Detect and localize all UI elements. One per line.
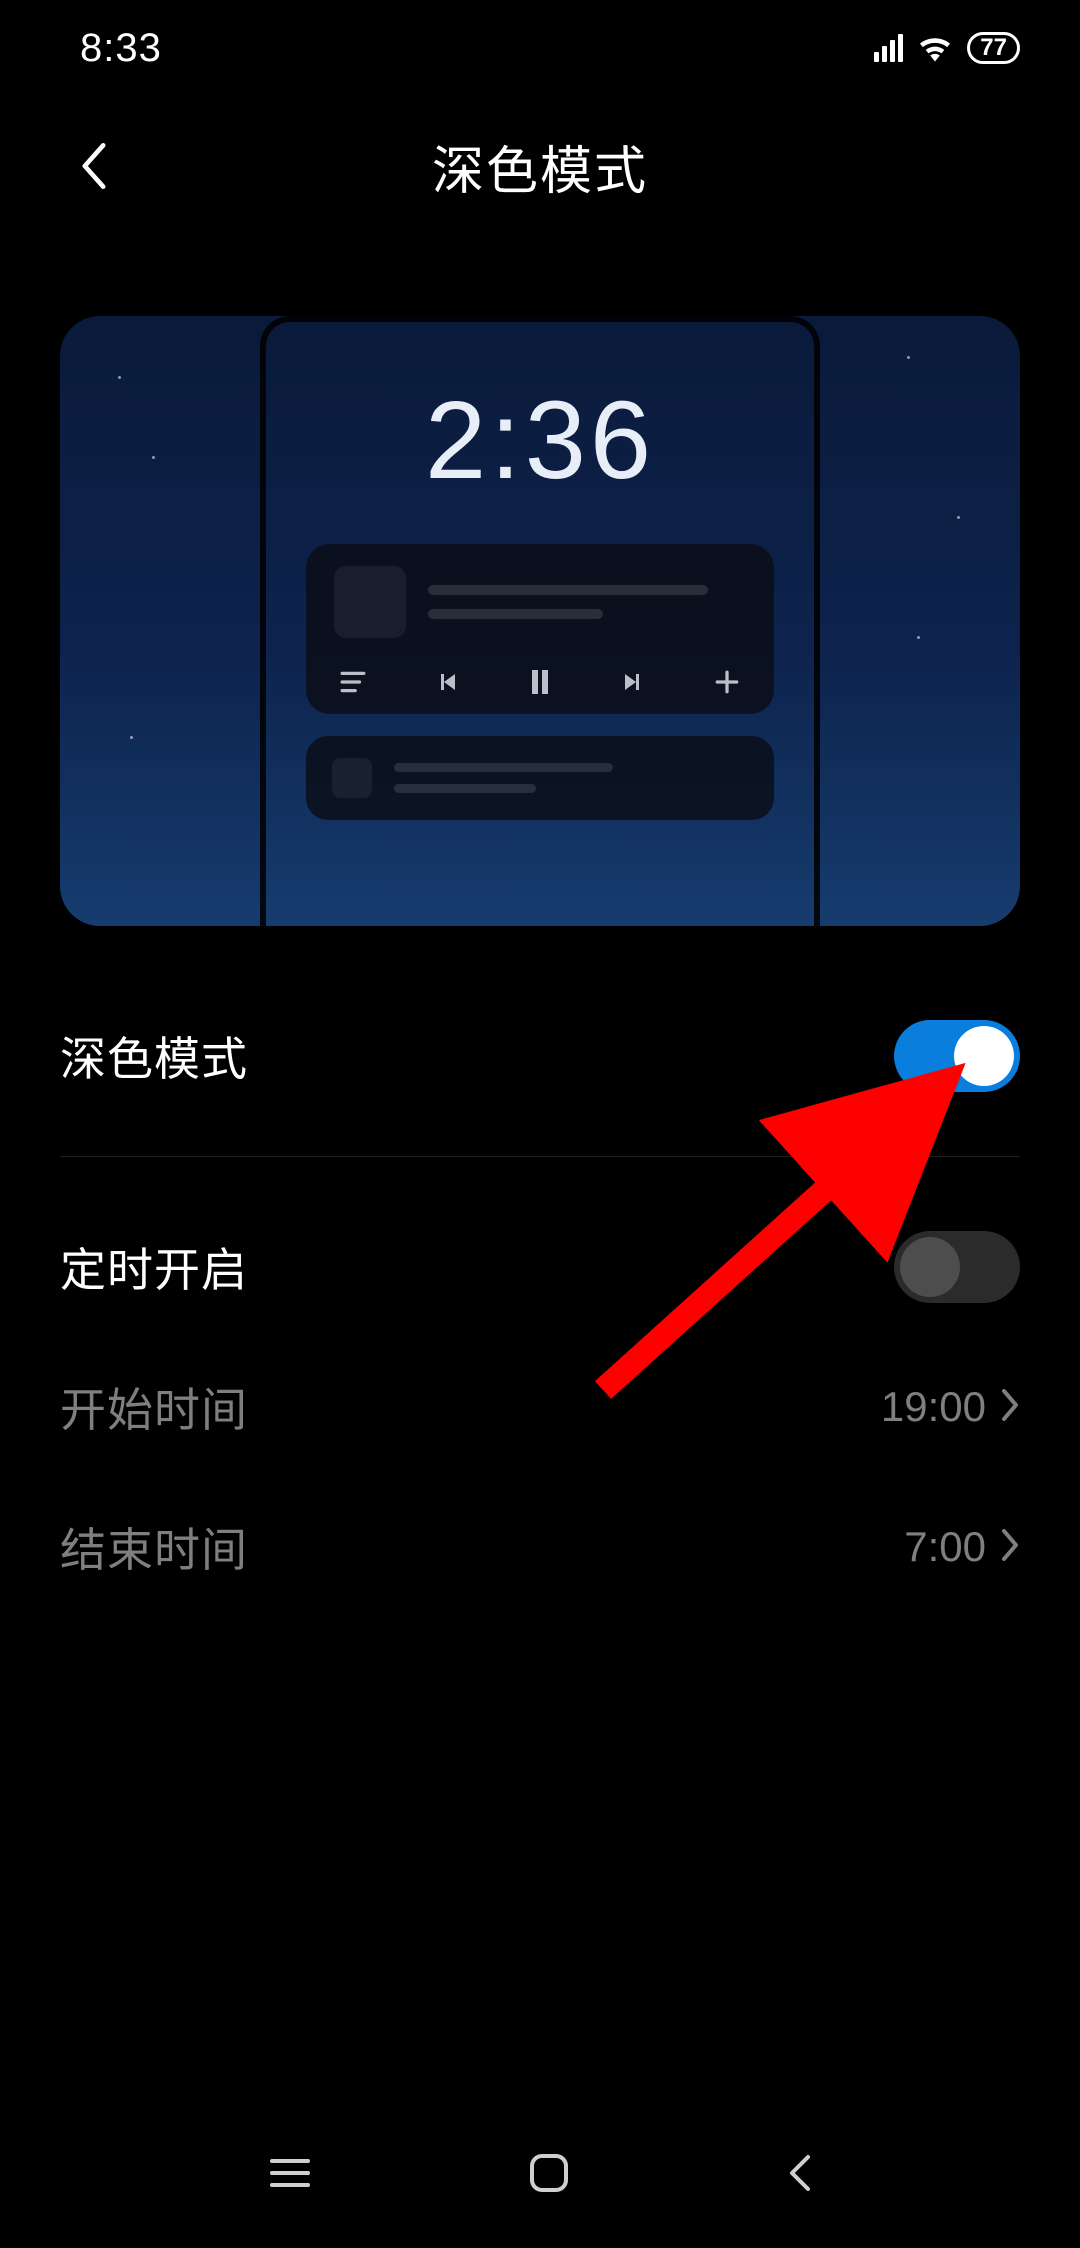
preview-clock: 2:36: [266, 377, 814, 504]
end-time-label: 结束时间: [60, 1514, 248, 1580]
schedule-toggle[interactable]: [894, 1231, 1020, 1303]
nav-back-button[interactable]: [784, 2151, 814, 2200]
end-time-value: 7:00: [904, 1523, 986, 1571]
status-tray: 77: [871, 32, 1020, 64]
notification-widget: [306, 736, 774, 820]
chevron-left-icon: [79, 143, 109, 189]
dark-mode-row[interactable]: 深色模式: [60, 986, 1020, 1126]
page-title: 深色模式: [432, 129, 648, 204]
notification-app-icon-placeholder: [332, 758, 372, 798]
chevron-right-icon: [1000, 1388, 1020, 1427]
start-time-label: 开始时间: [60, 1374, 248, 1440]
home-icon: [527, 2151, 571, 2195]
status-bar: 8:33 77: [0, 0, 1080, 96]
back-button[interactable]: [64, 136, 124, 196]
playlist-icon: [340, 671, 366, 693]
nav-recents-button[interactable]: [266, 2153, 314, 2198]
chevron-right-icon: [1000, 1528, 1020, 1567]
device-frame: 2:36: [260, 316, 820, 926]
dark-mode-preview: 2:36: [60, 316, 1020, 926]
plus-icon: [714, 669, 740, 695]
cellular-signal-icon: [871, 34, 903, 62]
dark-mode-toggle[interactable]: [894, 1020, 1020, 1092]
section-divider: [60, 1156, 1020, 1157]
wifi-icon: [917, 34, 953, 62]
end-time-row[interactable]: 结束时间 7:00: [60, 1477, 1020, 1617]
nav-home-button[interactable]: [527, 2151, 571, 2200]
media-artwork-placeholder: [334, 566, 406, 638]
battery-indicator: 77: [967, 32, 1020, 64]
previous-track-icon: [435, 670, 459, 694]
dark-mode-label: 深色模式: [60, 1023, 248, 1089]
page-header: 深色模式: [0, 96, 1080, 236]
menu-icon: [266, 2153, 314, 2193]
next-track-icon: [621, 670, 645, 694]
start-time-row[interactable]: 开始时间 19:00: [60, 1337, 1020, 1477]
pause-icon: [528, 668, 552, 696]
chevron-left-icon: [784, 2151, 814, 2195]
status-time: 8:33: [80, 26, 162, 71]
start-time-value: 19:00: [881, 1383, 986, 1431]
schedule-label: 定时开启: [60, 1234, 248, 1300]
media-widget: [306, 544, 774, 714]
navigation-bar: [0, 2130, 1080, 2220]
schedule-row[interactable]: 定时开启: [60, 1197, 1020, 1337]
